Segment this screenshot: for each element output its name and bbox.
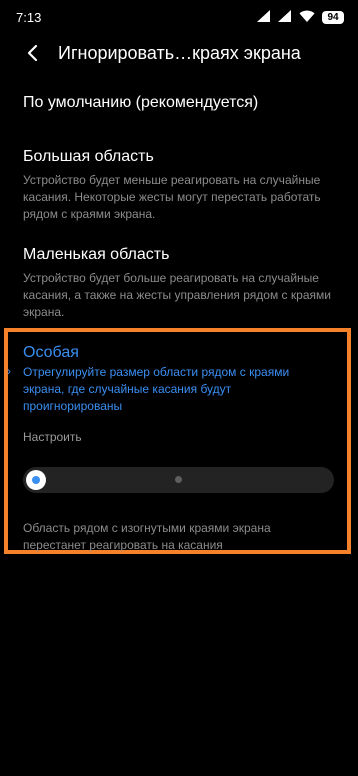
option-default[interactable]: По умолчанию (рекомендуется) xyxy=(23,93,333,113)
cellular-signal-icon xyxy=(278,9,292,25)
option-description: Устройство будет больше реагировать на с… xyxy=(23,271,331,319)
status-bar: 7:13 94 xyxy=(0,0,358,34)
option-large-area[interactable]: Большая область Устройство будет меньше … xyxy=(23,147,333,223)
header: Игнорировать…краях экрана xyxy=(0,34,358,72)
battery-icon: 94 xyxy=(322,10,344,24)
back-arrow-icon xyxy=(27,44,38,62)
page-title: Игнорировать…краях экрана xyxy=(58,42,301,63)
footer-note: Область рядом с изогнутыми краями экрана… xyxy=(23,521,271,552)
slider-thumb[interactable] xyxy=(26,470,46,490)
status-icons: 94 xyxy=(257,9,344,25)
back-button[interactable] xyxy=(14,34,52,72)
slider-midpoint-tick xyxy=(175,476,182,483)
status-time: 7:13 xyxy=(16,9,42,25)
configure-label: Настроить xyxy=(23,430,82,444)
option-description: Устройство будет меньше реагировать на с… xyxy=(23,173,321,221)
wifi-icon xyxy=(299,10,315,25)
option-title: Маленькая область xyxy=(23,246,170,263)
option-title: По умолчанию (рекомендуется) xyxy=(23,94,259,111)
chevron-right-icon: › xyxy=(7,364,11,378)
slider-thumb-dot xyxy=(32,476,40,484)
option-custom-description: Отрегулируйте размер области рядом с кра… xyxy=(23,365,290,413)
edge-area-slider[interactable] xyxy=(23,467,334,493)
option-custom-title[interactable]: Особая xyxy=(23,343,79,363)
option-small-area[interactable]: Маленькая область Устройство будет больш… xyxy=(23,245,333,321)
option-title: Большая область xyxy=(23,148,154,165)
cellular-signal-icon xyxy=(257,9,271,25)
